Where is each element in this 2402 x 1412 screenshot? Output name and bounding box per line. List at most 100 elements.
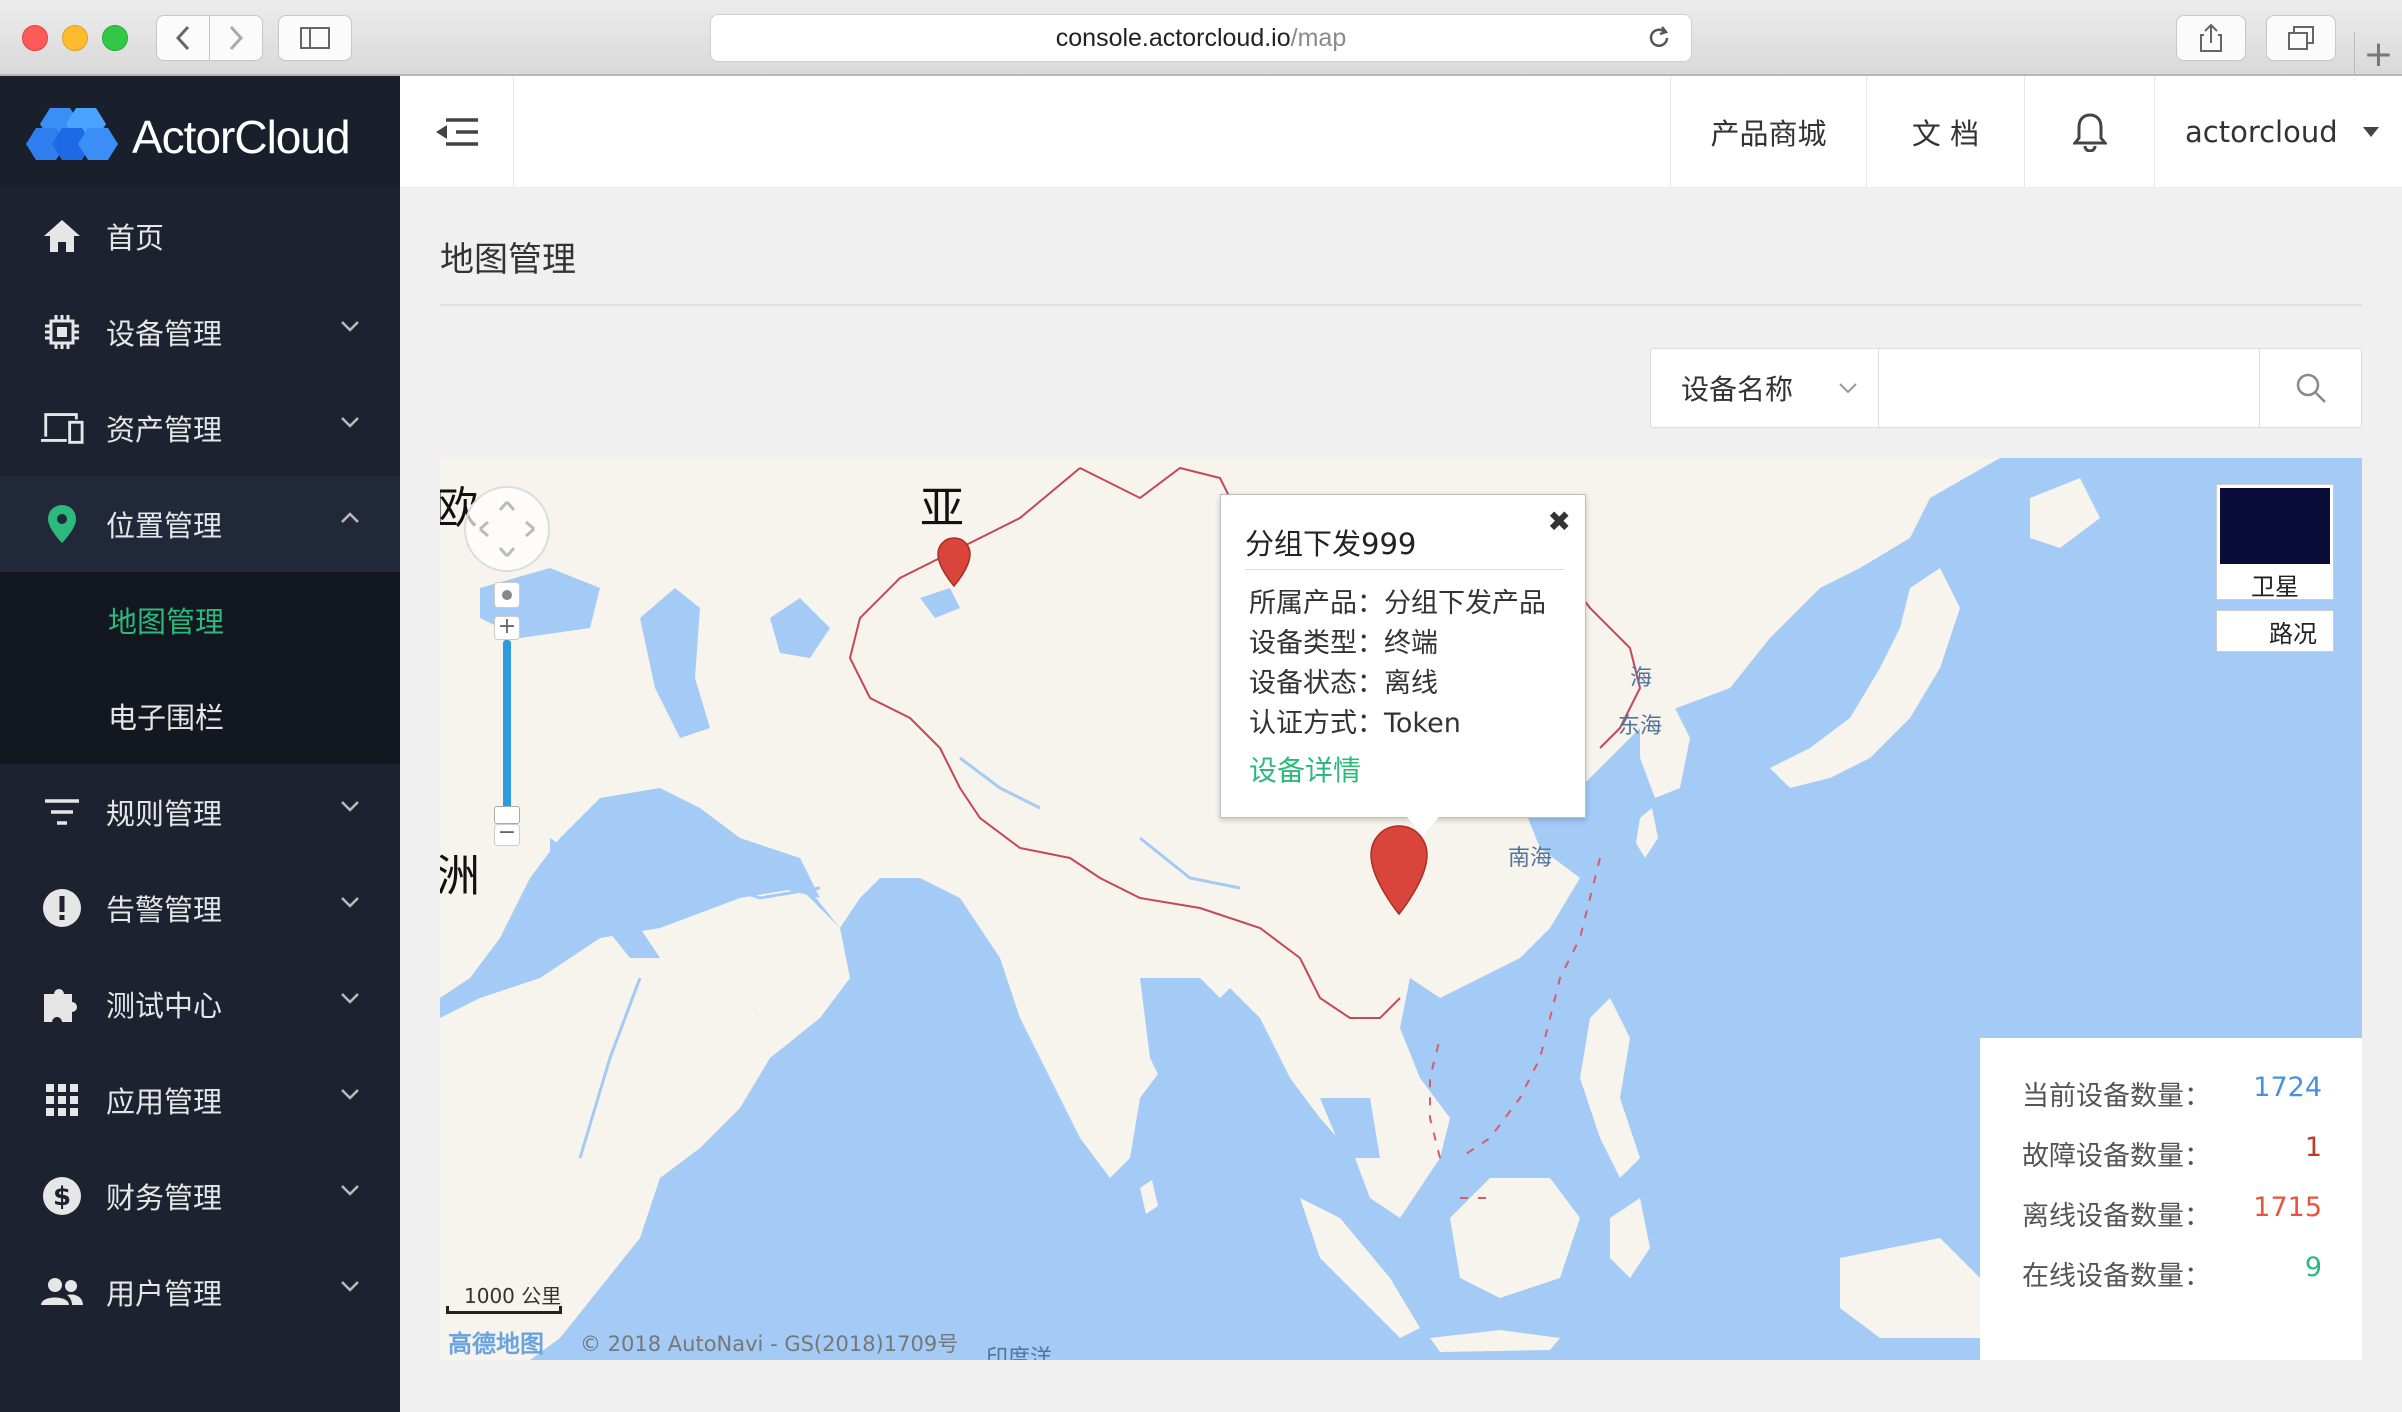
chevron-left-icon xyxy=(175,25,190,51)
puzzle-icon xyxy=(40,982,84,1026)
device-map[interactable]: 欧 亚 洲 海 东海 南海 印度洋 + − 分组下发999 ✖ 所属产品：分组下… xyxy=(440,458,2362,1360)
sidebar-item-rules[interactable]: 规则管理 xyxy=(0,764,400,860)
address-bar[interactable]: console.actorcloud.io/map xyxy=(710,14,1692,62)
map-label-indian-ocean: 印度洋 xyxy=(986,1346,1053,1360)
maximize-window-button[interactable] xyxy=(102,25,128,51)
map-label-africa: 洲 xyxy=(440,851,480,902)
brand-logo[interactable]: ActorCloud xyxy=(0,76,400,188)
device-stats-panel: 当前设备数量： 1724 故障设备数量： 1 离线设备数量： 1715 在线设备… xyxy=(1980,1038,2362,1360)
notifications-button[interactable] xyxy=(2024,76,2154,188)
map-label-asia: 亚 xyxy=(920,483,964,534)
sidebar-item-home[interactable]: 首页 xyxy=(0,188,400,284)
main-content: 地图管理 设备名称 欧 亚 洲 海 东海 南海 印度洋 + − 分组下发999 … xyxy=(400,188,2402,1412)
sidebar-icon xyxy=(300,27,330,49)
search-button[interactable] xyxy=(2259,349,2361,427)
zoom-in-button[interactable]: + xyxy=(494,616,520,640)
new-tab-button[interactable]: + xyxy=(2354,32,2402,76)
device-marker-selected[interactable] xyxy=(1368,824,1430,916)
sidebar-item-label: 告警管理 xyxy=(106,893,223,927)
map-zoom-slider[interactable]: + − xyxy=(494,616,520,846)
zoom-track xyxy=(503,640,511,820)
satellite-layer-toggle[interactable]: 卫星 xyxy=(2216,484,2334,601)
dollar-icon: $ xyxy=(40,1174,84,1218)
alert-icon xyxy=(40,886,84,930)
sidebar-item-apps[interactable]: 应用管理 xyxy=(0,1052,400,1148)
home-icon xyxy=(40,214,84,258)
locate-icon xyxy=(502,590,512,600)
popup-pointer xyxy=(1407,817,1439,835)
docs-link[interactable]: 文 档 xyxy=(1866,76,2024,188)
url-path: /map xyxy=(1290,23,1347,52)
user-menu[interactable]: actorcloud xyxy=(2154,76,2402,188)
device-marker[interactable] xyxy=(936,536,972,588)
satellite-thumbnail xyxy=(2220,488,2330,564)
divider xyxy=(440,304,2362,306)
chevron-down-icon xyxy=(341,1185,359,1196)
bell-icon xyxy=(2072,113,2107,152)
chip-icon xyxy=(40,310,84,354)
username: actorcloud xyxy=(2185,115,2338,149)
product-store-label: 产品商城 xyxy=(1710,117,1827,151)
tabs-overview-button[interactable] xyxy=(2266,15,2336,61)
map-locate-button[interactable] xyxy=(494,582,520,608)
sidebar-item-location[interactable]: 位置管理 xyxy=(0,476,400,572)
close-window-button[interactable] xyxy=(22,25,48,51)
map-pan-control[interactable] xyxy=(462,484,552,574)
sidebar-item-label: 测试中心 xyxy=(106,989,223,1023)
sidebar-item-assets[interactable]: 资产管理 xyxy=(0,380,400,476)
forward-button[interactable] xyxy=(209,15,263,61)
chevron-up-icon xyxy=(341,512,359,523)
collapse-sidebar-button[interactable] xyxy=(400,76,514,188)
sidebar-item-label: 资产管理 xyxy=(106,413,223,447)
stat-offline-value: 1715 xyxy=(2253,1192,2322,1223)
popup-device-status: 设备状态：离线 xyxy=(1249,668,1438,699)
search-field-label: 设备名称 xyxy=(1681,373,1794,406)
sidebar-subitem-geofence[interactable]: 电子围栏 xyxy=(0,668,400,764)
caret-down-icon xyxy=(2362,127,2379,137)
stat-fault-value: 1 xyxy=(2304,1132,2322,1163)
stat-total-label: 当前设备数量： xyxy=(2022,1081,2211,1112)
traffic-label: 路况 xyxy=(2269,619,2317,648)
device-detail-link[interactable]: 设备详情 xyxy=(1249,749,1361,789)
minimize-window-button[interactable] xyxy=(62,25,88,51)
sidebar-item-label: 设备管理 xyxy=(106,317,223,351)
location-pin-icon xyxy=(40,502,84,546)
popup-close-button[interactable]: ✖ xyxy=(1548,505,1571,538)
sidebar-toggle-button[interactable] xyxy=(278,15,352,61)
chevron-down-icon xyxy=(341,993,359,1004)
divider xyxy=(1245,569,1565,570)
zoom-out-button[interactable]: − xyxy=(494,822,520,846)
tabs-icon xyxy=(2288,26,2314,50)
sidebar-item-label: 应用管理 xyxy=(106,1085,223,1119)
chevron-down-icon xyxy=(1839,383,1857,394)
search-input[interactable] xyxy=(1880,349,2260,427)
sidebar-item-alerts[interactable]: 告警管理 xyxy=(0,860,400,956)
amap-logo[interactable]: 高德地图 xyxy=(448,1324,544,1359)
sidebar-item-testing[interactable]: 测试中心 xyxy=(0,956,400,1052)
satellite-label: 卫星 xyxy=(2251,573,2299,601)
map-label-yellow-sea: 海 xyxy=(1630,666,1653,691)
product-store-link[interactable]: 产品商城 xyxy=(1670,76,1866,188)
docs-label: 文 档 xyxy=(1911,117,1980,151)
stat-online-value: 9 xyxy=(2304,1252,2322,1283)
top-header: 产品商城 文 档 actorcloud xyxy=(400,76,2402,188)
chevron-down-icon xyxy=(341,801,359,812)
back-button[interactable] xyxy=(156,15,210,61)
reload-icon[interactable] xyxy=(1645,24,1673,52)
sidebar-item-label: 规则管理 xyxy=(106,797,223,831)
share-button[interactable] xyxy=(2176,15,2246,61)
search-icon xyxy=(2296,373,2326,403)
map-scale-bar xyxy=(446,1306,562,1314)
sidebar-item-finance[interactable]: $ 财务管理 xyxy=(0,1148,400,1244)
chevron-down-icon xyxy=(341,321,359,332)
sidebar-item-devices[interactable]: 设备管理 xyxy=(0,284,400,380)
traffic-layer-toggle[interactable]: 路况 xyxy=(2216,610,2334,652)
device-search: 设备名称 xyxy=(1650,348,2362,428)
map-copyright: © 2018 AutoNavi - GS(2018)1709号 xyxy=(580,1332,959,1356)
sidebar-item-users[interactable]: 用户管理 xyxy=(0,1244,400,1340)
sidebar-subitem-map[interactable]: 地图管理 xyxy=(0,572,400,668)
search-field-select[interactable]: 设备名称 xyxy=(1651,349,1879,427)
page-title: 地图管理 xyxy=(440,240,576,280)
chevron-down-icon xyxy=(341,1281,359,1292)
share-icon xyxy=(2200,23,2222,52)
